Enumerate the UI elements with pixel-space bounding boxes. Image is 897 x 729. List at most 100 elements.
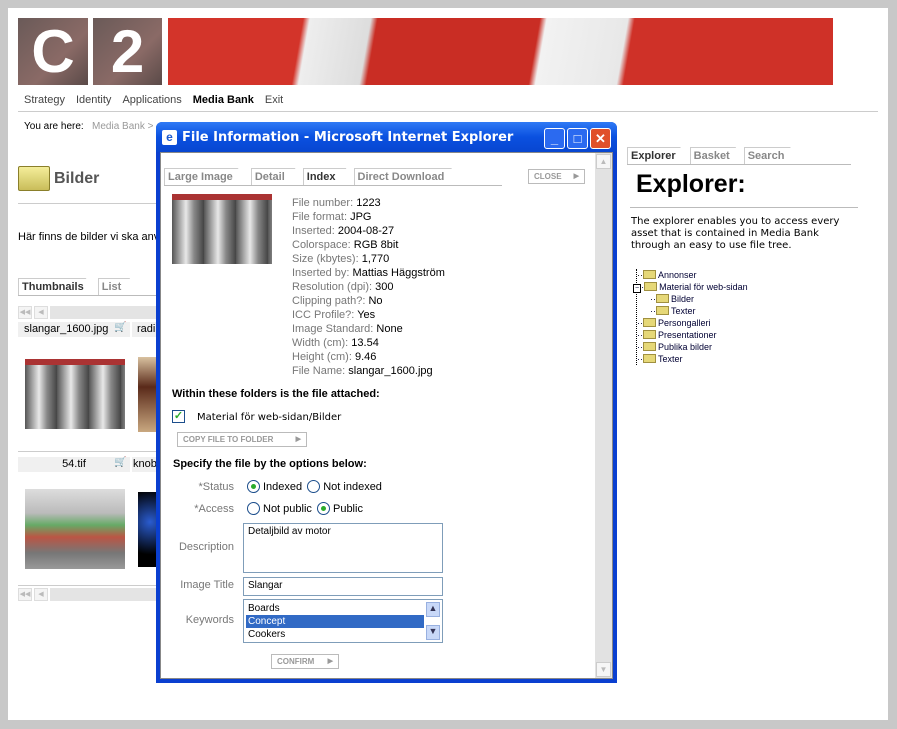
keywords-listbox[interactable]: Boards Concept Cookers ▲ ▼ [243,599,443,643]
tree-item[interactable]: ·· Texter [637,305,748,317]
info-value: RGB 8bit [353,239,399,251]
cart-icon[interactable]: 🛒 [114,322,126,333]
cart-icon[interactable]: 🛒 [114,457,126,468]
prev-page-icon[interactable]: ◀ [34,588,48,601]
folder-checkbox[interactable]: ✓ [172,410,185,423]
info-key: Image Standard: [292,323,374,335]
tab-thumbnails[interactable]: Thumbnails [18,278,98,295]
file-info-row: Colorspace: RGB 8bit [292,238,445,252]
close-button[interactable]: CLOSE ▶ [528,169,585,184]
access-label: *Access [194,503,234,515]
window-scrollbar[interactable]: ▲ ▼ [595,153,612,678]
folder-icon [643,318,656,327]
close-window-button[interactable]: ✕ [590,128,611,149]
scroll-down-icon[interactable]: ▼ [426,625,440,640]
info-key: Colorspace: [292,239,351,251]
info-value: 300 [375,281,394,293]
logo-tile-2: 2 [93,18,162,85]
folder-icon [656,306,669,315]
file-info-row: File format: JPG [292,210,445,224]
thumbnail-image[interactable] [138,357,158,432]
tree-item[interactable]: ·· Annonser [637,269,748,281]
tree-item[interactable]: − · Material för web-sidan [633,281,748,293]
scroll-up-icon[interactable]: ▲ [596,154,611,169]
tab-list[interactable]: List [97,278,136,295]
window-titlebar[interactable]: e File Information - Microsoft Internet … [156,122,617,152]
popup-tabs: Large Image Detail Index Direct Download [164,168,502,186]
info-value: Mattias Häggström [352,267,445,279]
copy-file-to-folder-button[interactable]: COPY FILE TO FOLDER ▶ [177,432,307,447]
file-info-row: Inserted: 2004-08-27 [292,224,445,238]
info-key: Size (kbytes): [292,253,359,265]
scroll-down-icon[interactable]: ▼ [596,662,611,677]
file-tree: ·· Annonser − · Material för web-sidan ·· Bi… [633,269,748,365]
nav-media-bank[interactable]: Media Bank [193,94,254,106]
nav-strategy[interactable]: Strategy [24,94,65,106]
info-key: Resolution (dpi): [292,281,373,293]
thumbnail-image[interactable] [138,492,158,567]
prev-page-icon[interactable]: ◀ [34,306,48,319]
pager-bar[interactable] [50,588,160,601]
first-page-icon[interactable]: ◀◀ [18,588,32,601]
radio-public[interactable] [316,502,330,515]
tab-index[interactable]: Index [302,168,354,185]
breadcrumb-link[interactable]: Media Bank > [92,121,153,132]
tab-search[interactable]: Search [743,147,799,164]
tree-item[interactable]: ·· Presentationer [637,329,748,341]
minimize-button[interactable]: _ [544,128,565,149]
divider [18,111,878,112]
explorer-text: The explorer enables you to access every… [631,216,840,251]
radio-indexed[interactable] [247,480,260,493]
folder-icon [18,166,50,191]
thumbnail-image[interactable] [25,359,125,429]
folder-icon [643,354,656,363]
tree-item[interactable]: ·· Texter [637,353,748,365]
maximize-button[interactable]: □ [567,128,588,149]
folder-icon [643,342,656,351]
confirm-button[interactable]: CONFIRM ▶ [271,654,339,669]
tab-explorer[interactable]: Explorer [627,147,690,164]
tab-large-image[interactable]: Large Image [164,168,251,185]
status-label: *Status [198,481,234,493]
file-info-row: Size (kbytes): 1,770 [292,252,445,266]
image-title-input[interactable]: Slangar [243,577,443,596]
tree-item[interactable]: ·· Publika bilder [637,341,748,353]
divider [18,203,158,204]
tab-detail[interactable]: Detail [250,168,303,185]
file-info-row: File number: 1223 [292,196,445,210]
description-textarea[interactable]: Detaljbild av motor [243,523,443,573]
divider [18,451,158,452]
info-value: No [368,295,383,307]
thumbnail-image[interactable] [25,489,125,569]
nav-exit[interactable]: Exit [265,94,283,106]
radio-not-indexed[interactable] [307,480,321,493]
info-key: Clipping path?: [292,295,366,307]
header-banner [168,18,833,85]
file-info-row: Image Standard: None [292,322,445,336]
info-key: File Name: [292,365,346,377]
main-nav: Strategy Identity Applications Media Bank Ex… [24,94,294,106]
keywords-label: Keywords [185,614,234,626]
file-info-list: File number: 1223 File format: JPG Inserte… [292,196,445,378]
folder-description: Här finns de bilder vi ska anv [18,231,160,243]
info-value: 1,770 [361,253,390,265]
logo-tile-c: C [18,18,88,85]
tree-item[interactable]: ·· Persongalleri [637,317,748,329]
keyword-option-selected[interactable]: Concept [246,615,424,628]
nav-identity[interactable]: Identity [76,94,111,106]
keyword-option[interactable]: Boards [246,602,440,615]
first-page-icon[interactable]: ◀◀ [18,306,32,319]
tree-item[interactable]: ·· Bilder [637,293,748,305]
radio-not-public[interactable] [247,502,260,515]
pager-bar[interactable] [50,306,160,319]
info-key: Width (cm): [292,337,349,349]
folders-heading: Within these folders is the file attache… [172,388,380,400]
info-value: 2004-08-27 [337,225,395,237]
folder-checkbox-label: Material för web-sidan/Bilder [197,412,342,423]
image-title-label: Image Title [180,579,234,591]
keyword-option[interactable]: Cookers [246,628,440,641]
tab-direct-download[interactable]: Direct Download [353,168,469,185]
tab-basket[interactable]: Basket [689,147,744,164]
scroll-up-icon[interactable]: ▲ [426,602,440,617]
nav-applications[interactable]: Applications [122,94,181,106]
